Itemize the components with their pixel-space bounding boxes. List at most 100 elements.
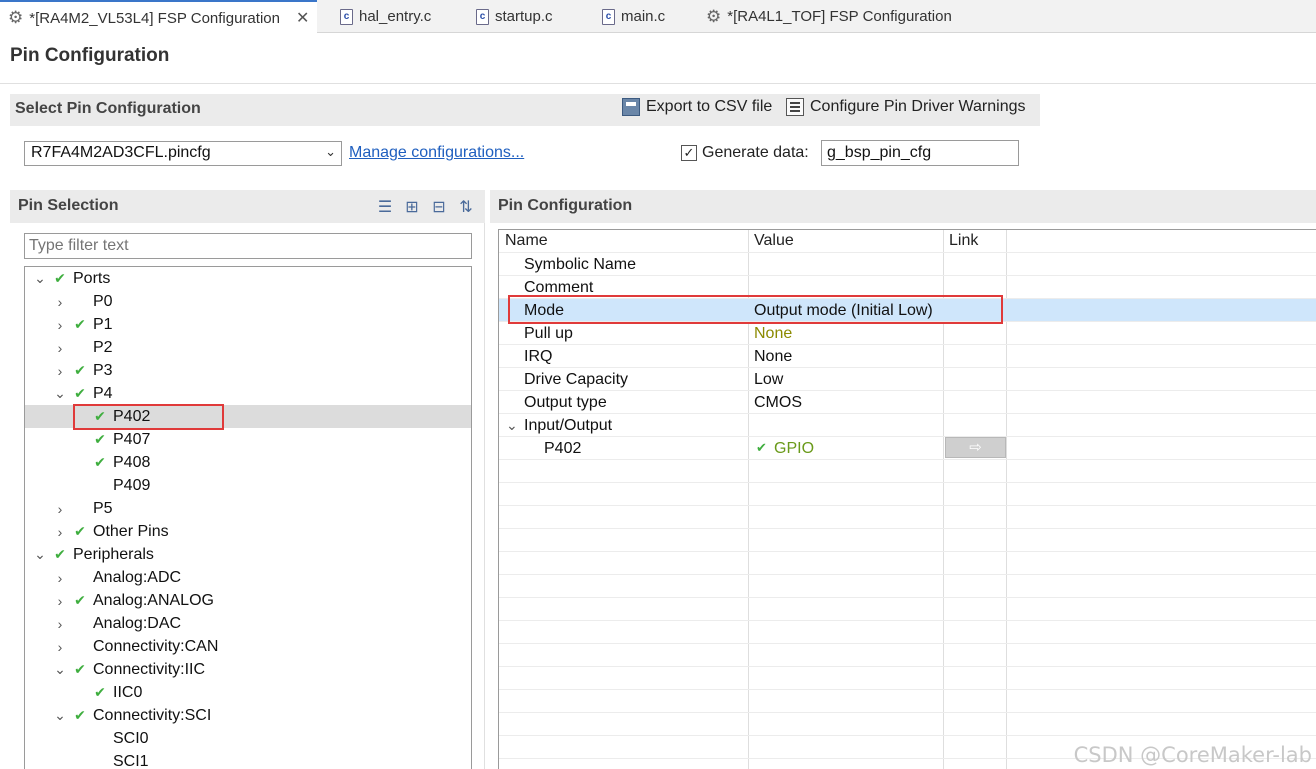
expand-all-icon[interactable]: ⊞ [403,197,421,217]
tab-hal-entry[interactable]: c hal_entry.c [332,0,439,33]
tree-item[interactable]: ✔ P408 [25,451,471,474]
editor-tab-bar: ⚙ *[RA4M2_VL53L4] FSP Configuration ✕ c … [0,0,1316,34]
tree-item[interactable]: › Connectivity:CAN [25,635,471,658]
list-settings-icon [786,98,804,116]
tree-item[interactable]: ⌄ ✔ Connectivity:IIC [25,658,471,681]
page-title: Pin Configuration [10,45,170,66]
column-header-value[interactable]: Value [754,232,794,250]
select-pin-config-bar: Select Pin Configuration Export to CSV f… [10,94,1040,126]
tree-item-label: P2 [93,338,113,356]
divider [0,83,1316,84]
pin-config-select[interactable]: R7FA4M2AD3CFL.pincfg ⌄ [24,141,342,166]
check-icon: ✔ [74,362,86,378]
close-icon[interactable]: ✕ [296,8,309,28]
tree-item-label: Other Pins [93,522,169,540]
cell-value[interactable]: GPIO [774,440,814,458]
tree-item[interactable]: › ✔ P3 [25,359,471,382]
tree-item[interactable]: P409 [25,474,471,497]
highlight-box [73,404,224,430]
tree-item[interactable]: ⌄ ✔ P4 [25,382,471,405]
tab-startup[interactable]: c startup.c [468,0,561,33]
table-row[interactable]: Symbolic Name [499,253,1316,276]
generate-data-checkbox[interactable]: ✓ [681,145,697,161]
cell-value[interactable]: CMOS [754,394,802,412]
chevron-right-icon[interactable]: › [53,317,67,333]
tree-item[interactable]: › ✔ Analog:ANALOG [25,589,471,612]
filter-input[interactable] [24,233,472,259]
chevron-down-icon: ⌄ [325,144,336,159]
check-icon: ✔ [94,684,106,700]
chevron-right-icon[interactable]: › [53,524,67,540]
pane-toolbar: ☰ ⊞ ⊟ ⇅ [376,197,475,217]
empty-table-row [499,667,1316,690]
chevron-down-icon[interactable]: ⌄ [53,661,67,678]
column-header-name[interactable]: Name [505,232,548,250]
chevron-down-icon[interactable]: ⌄ [53,707,67,724]
link-arrow-button[interactable]: ⇨ [945,437,1006,458]
tree-item[interactable]: ✔ IIC0 [25,681,471,704]
table-row[interactable]: IRQ None [499,345,1316,368]
configure-warnings-button[interactable]: Configure Pin Driver Warnings [786,98,1025,116]
chevron-down-icon[interactable]: ⌄ [53,385,67,402]
tree-item-label: Connectivity:IIC [93,660,206,678]
column-header-link[interactable]: Link [949,232,978,250]
tree-item[interactable]: › ✔ P1 [25,313,471,336]
tab-label: startup.c [495,8,553,25]
table-row[interactable]: ⌄ Input/Output [499,414,1316,437]
chevron-down-icon[interactable]: ⌄ [33,270,47,287]
tree-item-label: Analog:ANALOG [93,591,214,609]
chevron-right-icon[interactable]: › [53,363,67,379]
tree-item[interactable]: SCI0 [25,727,471,750]
cell-name: Input/Output [524,417,613,434]
tab-ra4m2-fsp-config[interactable]: ⚙ *[RA4M2_VL53L4] FSP Configuration ✕ [0,0,318,34]
empty-table-row [499,460,1316,483]
tree-item[interactable]: SCI1 [25,750,471,769]
tab-ra4l1-fsp-config[interactable]: ⚙ *[RA4L1_TOF] FSP Configuration [698,0,960,33]
table-row[interactable]: Pull up None [499,322,1316,345]
tree-item[interactable]: › P5 [25,497,471,520]
list-view-icon[interactable]: ☰ [376,197,394,217]
chevron-right-icon[interactable]: › [53,340,67,356]
chevron-right-icon[interactable]: › [53,501,67,517]
tree-item[interactable]: › Analog:ADC [25,566,471,589]
tree-item[interactable]: ⌄ ✔ Peripherals [25,543,471,566]
tree-item[interactable]: ⌄ ✔ Connectivity:SCI [25,704,471,727]
chevron-right-icon[interactable]: › [53,294,67,310]
pin-selection-pane: Pin Selection ☰ ⊞ ⊟ ⇅ ⌄✔Ports›P0›✔P1›P2›… [10,190,485,769]
chevron-right-icon[interactable]: › [53,570,67,586]
check-icon: ✔ [74,523,86,539]
pin-configuration-pane: Pin Configuration Name Value Link Symbol… [490,190,1316,769]
export-csv-button[interactable]: Export to CSV file [622,98,772,116]
chevron-right-icon[interactable]: › [53,593,67,609]
cell-name: Drive Capacity [524,371,629,388]
empty-table-row [499,529,1316,552]
collapse-all-icon[interactable]: ⊟ [430,197,448,217]
tree-item[interactable]: › P0 [25,290,471,313]
table-row[interactable]: Drive Capacity Low [499,368,1316,391]
tree-item-label: P409 [113,476,151,494]
c-file-icon: c [476,8,489,25]
tree-item[interactable]: ⌄ ✔ Ports [25,267,471,290]
tree-item[interactable]: ✔ P407 [25,428,471,451]
tree-item[interactable]: › Analog:DAC [25,612,471,635]
chevron-right-icon[interactable]: › [53,639,67,655]
table-row[interactable]: Output type CMOS [499,391,1316,414]
tree-item-label: Ports [73,269,111,287]
manage-configurations-link[interactable]: Manage configurations... [349,144,524,162]
section-title: Select Pin Configuration [15,100,201,117]
cell-value[interactable]: Low [754,371,783,389]
tree-item[interactable]: › P2 [25,336,471,359]
chevron-down-icon[interactable]: ⌄ [33,546,47,563]
generate-data-input[interactable]: g_bsp_pin_cfg [821,140,1019,166]
cell-value[interactable]: None [754,325,792,343]
cell-name: P402 [544,440,582,457]
chevron-down-icon[interactable]: ⌄ [506,417,518,434]
sort-az-icon[interactable]: ⇅ [457,197,475,217]
check-icon: ✔ [74,592,86,608]
tree-item[interactable]: › ✔ Other Pins [25,520,471,543]
cell-value[interactable]: None [754,348,792,366]
table-row[interactable]: P402 ✔ GPIO ⇨ [499,437,1316,460]
c-file-icon: c [340,8,353,25]
tab-main[interactable]: c main.c [594,0,673,33]
chevron-right-icon[interactable]: › [53,616,67,632]
